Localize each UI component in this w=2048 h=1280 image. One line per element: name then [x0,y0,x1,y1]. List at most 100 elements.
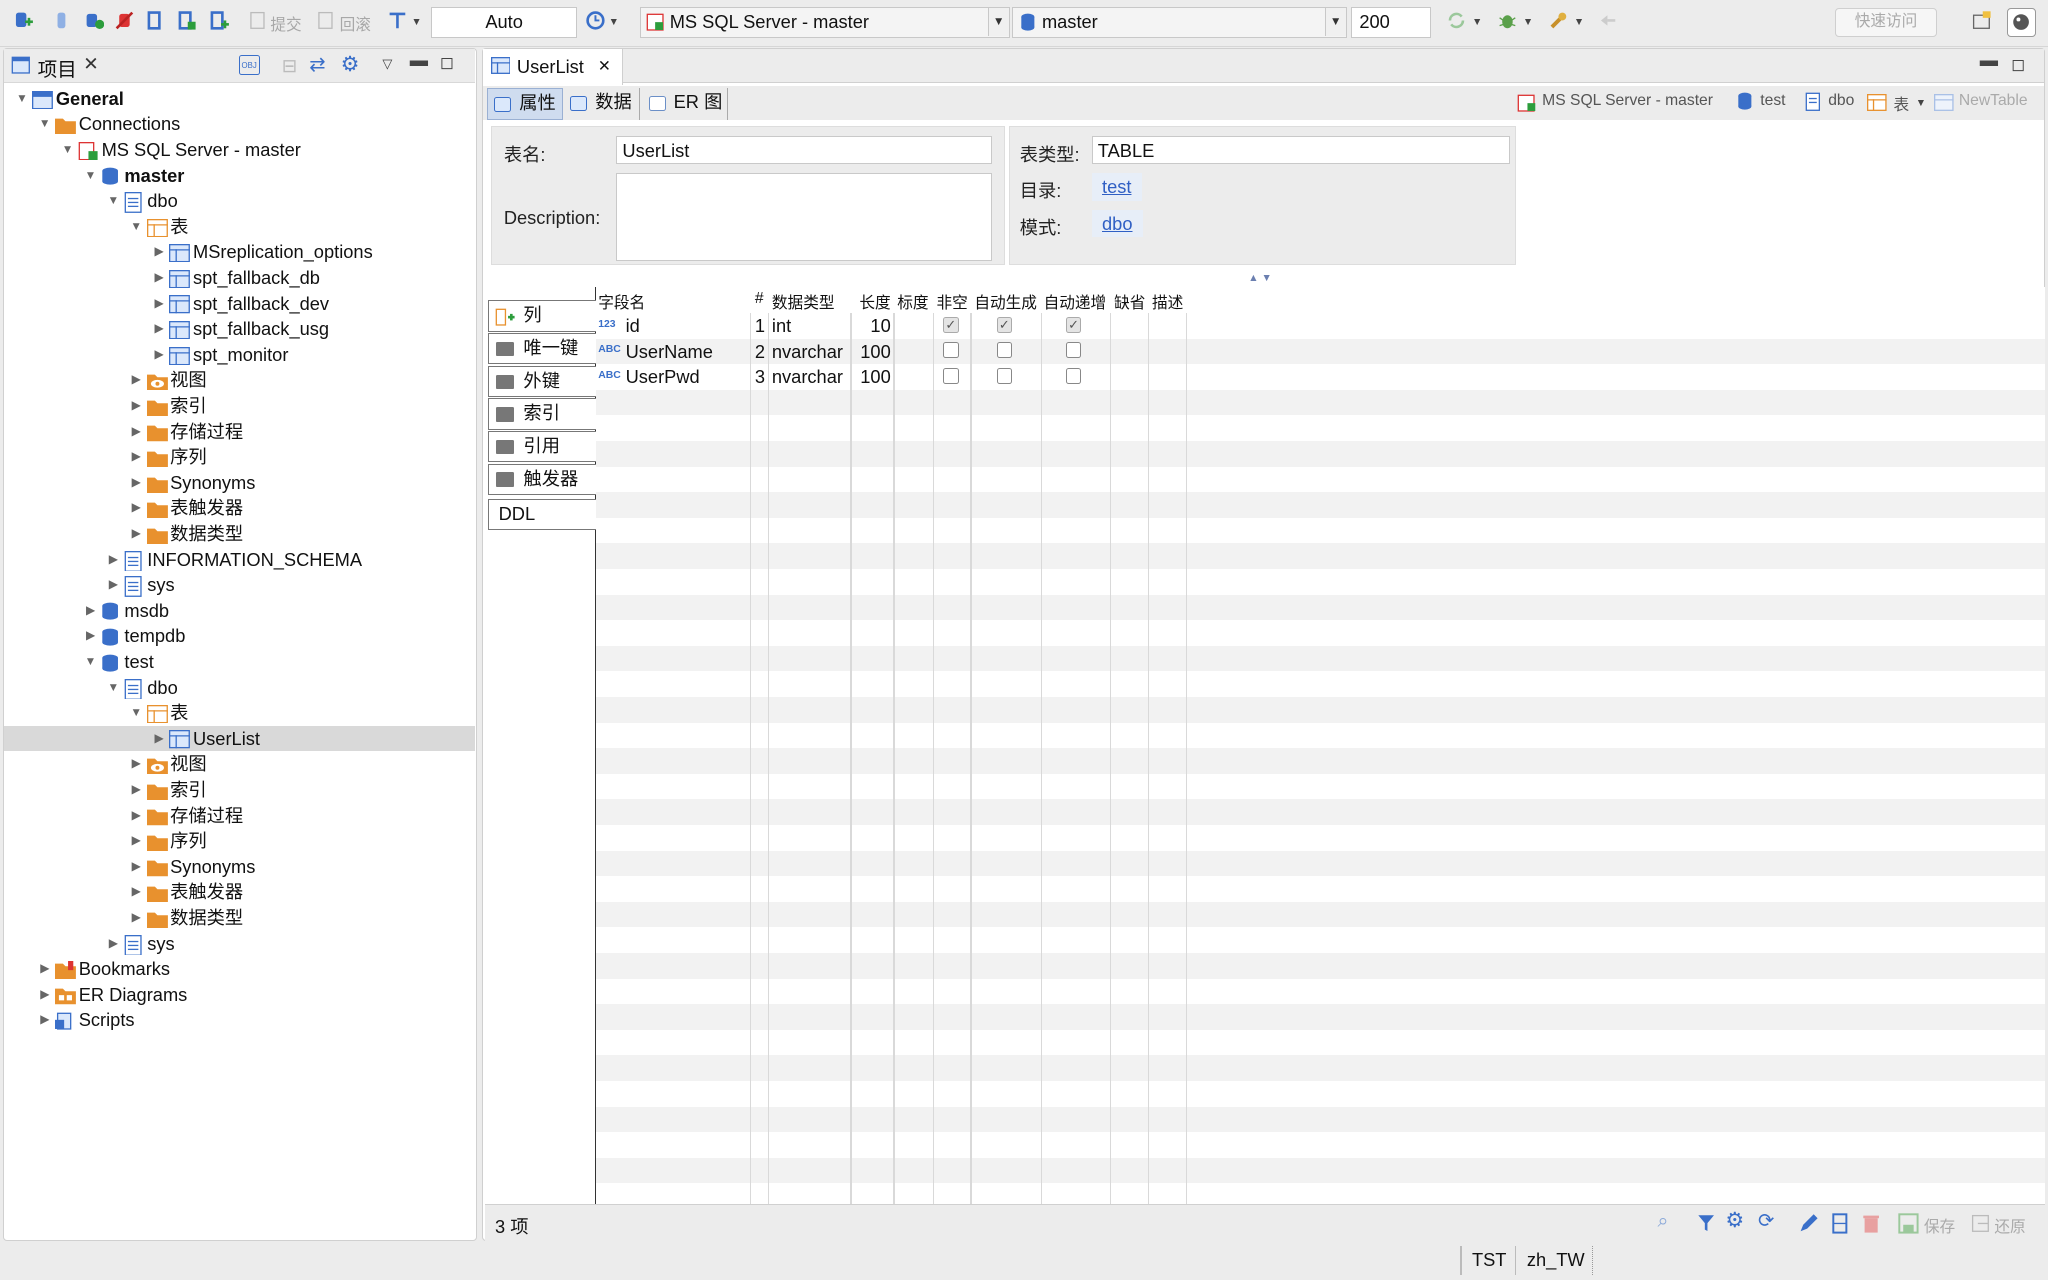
tree-item[interactable]: ▶ 存储过程 [4,419,476,445]
expanded-twisty-icon[interactable]: ▼ [105,675,121,701]
column-ordinal-cell[interactable]: 1 [755,313,765,339]
header-field-name[interactable]: 字段名 [598,290,645,313]
expanded-twisty-icon[interactable]: ▼ [37,111,53,137]
debug-bug-icon[interactable] [1495,9,1519,33]
tree-item[interactable]: ▼ test [4,649,476,675]
collapse-all-icon[interactable]: ⊟ [282,55,297,77]
collapsed-twisty-icon[interactable]: ▶ [105,931,121,957]
column-name-cell[interactable]: UserName [626,339,713,365]
tree-item[interactable]: ▶ spt_fallback_dev [4,291,476,317]
expanded-twisty-icon[interactable]: ▼ [83,649,99,675]
pending-transactions-icon[interactable] [206,9,230,33]
dbeaver-perspective-icon[interactable] [2007,7,2037,37]
table-row[interactable]: ABC UserName 2 nvarchar 100 [595,337,2046,365]
tree-item[interactable]: ▶ spt_fallback_db [4,265,476,291]
tree-item[interactable]: ▶ 序列 [4,444,476,470]
collapsed-twisty-icon[interactable]: ▶ [128,905,144,931]
tree-item[interactable]: ▶ INFORMATION_SCHEMA [4,547,476,573]
header-ordinal[interactable]: # [755,290,764,308]
collapsed-twisty-icon[interactable]: ▶ [37,982,53,1008]
rollback-button-label[interactable]: 回滚 [340,12,371,35]
schema-link[interactable]: dbo [1091,209,1143,238]
description-field[interactable] [616,173,993,261]
tree-item[interactable]: ▶ 视图 [4,751,476,777]
collapsed-twisty-icon[interactable]: ▶ [128,419,144,445]
chevron-down-icon[interactable]: ▼ [1523,17,1533,28]
expanded-twisty-icon[interactable]: ▼ [105,188,121,214]
revert-icon[interactable] [1970,1213,1991,1234]
tree-item[interactable]: ▶ 序列 [4,828,476,854]
tree-item[interactable]: ▶ 视图 [4,367,476,393]
tree-item[interactable]: ▶ Bookmarks [4,956,476,982]
view-menu-icon[interactable]: ▽ [382,56,392,72]
side-tab-ddl[interactable]: DDL [488,498,599,531]
column-length-cell[interactable]: 100 [852,339,890,365]
column-name-cell[interactable]: UserPwd [626,364,700,390]
column-length-cell[interactable]: 100 [852,364,890,390]
revert-button[interactable]: 还原 [1994,1214,2025,1237]
tree-item[interactable]: ▶ Synonyms [4,854,476,880]
chevron-down-icon[interactable]: ▼ [1472,17,1482,28]
column-type-badge[interactable]: ABC [598,363,621,389]
rollback-icon[interactable] [313,9,337,33]
subtab-er-diagram[interactable]: ER 图 [642,88,729,120]
collapsed-twisty-icon[interactable]: ▶ [128,777,144,803]
tree-item[interactable]: ▼ dbo [4,675,476,701]
refresh-icon[interactable] [1445,9,1469,33]
chevron-down-icon[interactable]: ▼ [1574,17,1584,28]
column-datatype-cell[interactable]: nvarchar [772,364,843,390]
expanded-twisty-icon[interactable]: ▼ [128,214,144,240]
commit-icon[interactable] [246,9,270,33]
column-datatype-cell[interactable]: int [772,313,791,339]
maximize-icon[interactable]: ◻ [440,53,454,73]
tree-item[interactable]: ▶ 索引 [4,393,476,419]
side-tab-foreign-keys[interactable]: 外键 [488,365,599,398]
column-length-cell[interactable]: 10 [852,313,890,339]
collapsed-twisty-icon[interactable]: ▶ [37,956,53,982]
column-type-badge[interactable]: ABC [598,337,621,363]
transaction-mode-icon[interactable] [144,9,168,33]
collapsed-twisty-icon[interactable]: ▶ [151,726,167,752]
gear-icon[interactable]: ⚙ [1725,1208,1744,1233]
tree-item[interactable]: ▼ General [4,86,476,112]
not-null-checkbox[interactable] [943,368,959,384]
link-with-editor-icon[interactable]: ⇄ [309,53,325,77]
invalidate-reconnect-icon[interactable] [82,9,106,33]
delete-trash-icon[interactable] [1862,1213,1880,1234]
expanded-twisty-icon[interactable]: ▼ [128,700,144,726]
tree-item[interactable]: ▶ Scripts [4,1007,476,1033]
collapsed-twisty-icon[interactable]: ▶ [128,367,144,393]
tree-item[interactable]: ▶ sys [4,931,476,957]
auto-generated-checkbox[interactable] [996,368,1013,384]
transaction-isolation-icon[interactable] [385,9,409,33]
collapsed-twisty-icon[interactable]: ▶ [37,1007,53,1033]
open-perspective-icon[interactable] [1970,9,1994,33]
chevron-down-icon[interactable]: ▼ [987,7,1009,37]
collapsed-twisty-icon[interactable]: ▶ [83,623,99,649]
tree-item[interactable]: ▶ 表触发器 [4,495,476,521]
side-tab-triggers[interactable]: 触发器 [488,463,599,495]
column-name-cell[interactable]: id [626,313,640,339]
tree-item[interactable]: ▶ 存储过程 [4,803,476,829]
not-null-checkbox[interactable]: ✓ [943,316,959,333]
header-default[interactable]: 缺省 [1114,290,1145,313]
header-data-type[interactable]: 数据类型 [772,290,835,313]
collapsed-twisty-icon[interactable]: ▶ [151,239,167,265]
tree-item[interactable]: ▶ 表触发器 [4,879,476,905]
expanded-twisty-icon[interactable]: ▼ [83,163,99,189]
auto-increment-checkbox[interactable] [1065,342,1082,359]
save-button[interactable]: 保存 [1924,1214,1955,1237]
chevron-down-icon[interactable]: ▼ [1324,7,1346,37]
tree-item[interactable]: ▶ spt_fallback_usg [4,316,476,342]
collapsed-twisty-icon[interactable]: ▶ [151,342,167,368]
history-clock-icon[interactable] [584,9,608,33]
collapse-panel-icon[interactable]: ▲ ▼ [1248,273,1272,284]
navigate-back-icon[interactable] [1596,9,1620,33]
header-length[interactable]: 长度 [859,290,890,313]
collapsed-twisty-icon[interactable]: ▶ [128,521,144,547]
column-ordinal-cell[interactable]: 3 [755,364,765,390]
breadcrumb-schema[interactable]: dbo [1828,92,1854,110]
auto-generated-checkbox[interactable]: ✓ [996,316,1013,333]
tree-item[interactable]: ▶ MSreplication_options [4,239,476,265]
collapsed-twisty-icon[interactable]: ▶ [105,572,121,598]
